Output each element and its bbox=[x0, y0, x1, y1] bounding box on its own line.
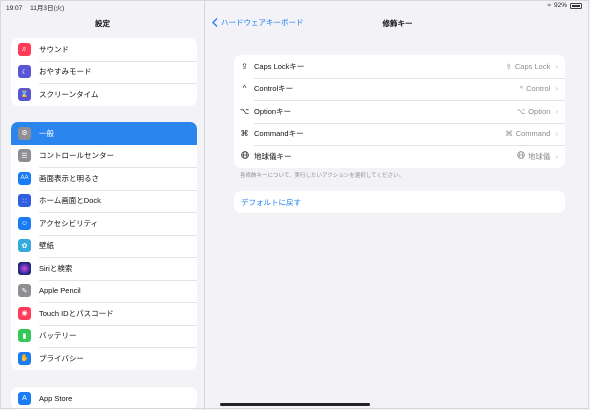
sidebar-item-do-not-disturb[interactable]: ☾ おやすみモード bbox=[11, 60, 197, 84]
sidebar-item-general[interactable]: ⚙ 一般 bbox=[11, 122, 197, 145]
modifier-value: ⌘ Command bbox=[505, 129, 551, 139]
sidebar-title: 設定 bbox=[95, 19, 110, 28]
chevron-right-icon: › bbox=[555, 61, 558, 71]
sidebar-item-battery[interactable]: ▮ バッテリー bbox=[11, 324, 197, 348]
globe-icon bbox=[517, 151, 525, 161]
moon-icon: ☾ bbox=[18, 65, 31, 79]
battery-icon: ▮ bbox=[18, 329, 31, 343]
option-icon: ⌥ bbox=[240, 106, 250, 116]
hourglass-icon: ⌛ bbox=[18, 87, 31, 101]
chevron-right-icon: › bbox=[555, 84, 558, 94]
status-time: 19:07 bbox=[6, 5, 23, 12]
sidebar-item-label: アクセシビリティ bbox=[39, 218, 99, 228]
chevron-right-icon: › bbox=[555, 151, 558, 161]
sidebar-item-label: Siriと検索 bbox=[39, 263, 73, 273]
sidebar-item-label: おやすみモード bbox=[39, 67, 92, 77]
pencil-icon: ✎ bbox=[18, 284, 31, 298]
battery-status-icon bbox=[570, 2, 582, 9]
accessibility-icon: ☺ bbox=[18, 216, 31, 230]
modifier-keys-list: ⇪ Caps Lockキー ⇪ Caps Lock › ^ Controlキー ^… bbox=[234, 55, 565, 168]
modifier-label: 地球儀キー bbox=[254, 151, 292, 161]
sidebar-item-label: コントロールセンター bbox=[39, 151, 114, 161]
home-indicator bbox=[220, 403, 370, 406]
reset-defaults-label: デフォルトに戻す bbox=[241, 198, 301, 207]
chevron-right-icon: › bbox=[555, 129, 558, 139]
sidebar-item-wallpaper[interactable]: ✿ 壁紙 bbox=[11, 234, 197, 258]
sidebar-item-label: 壁紙 bbox=[39, 241, 54, 251]
sidebar-item-label: サウンド bbox=[39, 44, 69, 54]
fingerprint-icon: ◉ bbox=[18, 306, 31, 320]
sidebar-item-accessibility[interactable]: ☺ アクセシビリティ bbox=[11, 212, 197, 235]
globe-icon bbox=[240, 151, 249, 161]
modifier-row-control[interactable]: ^ Controlキー ^ Control › bbox=[234, 77, 565, 101]
status-date: 11月3日(火) bbox=[30, 5, 65, 12]
sidebar-item-label: バッテリー bbox=[39, 331, 77, 341]
command-icon: ⌘ bbox=[505, 129, 513, 139]
sidebar-item-label: スクリーンタイム bbox=[39, 89, 99, 99]
wifi-icon: ≈ bbox=[547, 2, 551, 9]
option-icon: ⌥ bbox=[516, 106, 526, 116]
modifier-row-option[interactable]: ⌥ Optionキー ⌥ Option › bbox=[234, 100, 565, 123]
status-bar-left: 19:07 11月3日(火) bbox=[6, 2, 70, 12]
sidebar-item-home-screen-dock[interactable]: ∷ ホーム画面とDock bbox=[11, 189, 197, 213]
settings-group-1: ♬ サウンド ☾ おやすみモード ⌛ スクリーンタイム bbox=[11, 38, 197, 106]
sidebar-item-display[interactable]: AA 画面表示と明るさ bbox=[11, 167, 197, 190]
text-size-icon: AA bbox=[18, 171, 31, 185]
sidebar-item-apple-pencil[interactable]: ✎ Apple Pencil bbox=[11, 279, 197, 303]
sidebar-item-label: Touch IDとパスコード bbox=[39, 308, 114, 318]
battery-percent: 92% bbox=[553, 2, 567, 9]
grid-icon: ∷ bbox=[18, 194, 31, 208]
modifier-value: 地球儀 bbox=[517, 151, 550, 162]
capslock-icon: ⇪ bbox=[505, 61, 512, 71]
sidebar-item-touch-id[interactable]: ◉ Touch IDとパスコード bbox=[11, 302, 197, 325]
hand-icon: ✋ bbox=[18, 351, 31, 365]
speaker-icon: ♬ bbox=[18, 42, 31, 56]
settings-group-2: ⚙ 一般 ☰ コントロールセンター AA 画面表示と明るさ ∷ ホーム画面とDo… bbox=[11, 122, 197, 370]
page-title: 修飾キー bbox=[382, 19, 413, 28]
sidebar: 19:07 11月3日(火) 設定 ♬ サウンド ☾ おやすみモード ⌛ スクリ… bbox=[0, 0, 205, 410]
control-icon: ^ bbox=[519, 84, 524, 94]
capslock-icon: ⇪ bbox=[241, 61, 248, 71]
settings-group-3: A App Store bbox=[11, 387, 197, 410]
sidebar-item-screen-time[interactable]: ⌛ スクリーンタイム bbox=[11, 83, 197, 106]
chevron-right-icon: › bbox=[555, 106, 558, 116]
modifier-label: Caps Lockキー bbox=[254, 61, 305, 71]
footnote: 各修飾キーについて、実行したいアクションを選択してください。 bbox=[240, 173, 404, 179]
control-icon: ^ bbox=[242, 84, 247, 94]
sidebar-item-label: プライバシー bbox=[39, 353, 84, 363]
modifier-row-globe[interactable]: 地球儀キー 地球儀 › bbox=[234, 145, 565, 168]
sidebar-item-label: 一般 bbox=[39, 128, 54, 138]
sidebar-item-siri-search[interactable]: Siriと検索 bbox=[11, 257, 197, 280]
sidebar-item-label: Apple Pencil bbox=[39, 286, 81, 296]
reset-defaults-button[interactable]: デフォルトに戻す bbox=[234, 191, 565, 213]
sidebar-item-label: ホーム画面とDock bbox=[39, 196, 101, 206]
sidebar-item-label: 画面表示と明るさ bbox=[39, 173, 99, 183]
sidebar-item-control-center[interactable]: ☰ コントロールセンター bbox=[11, 145, 197, 168]
appstore-icon: A bbox=[18, 391, 31, 405]
gear-icon: ⚙ bbox=[18, 126, 31, 140]
modifier-row-command[interactable]: ⌘ Commandキー ⌘ Command › bbox=[234, 122, 565, 146]
sidebar-item-label: App Store bbox=[39, 393, 73, 403]
sidebar-item-app-store[interactable]: A App Store bbox=[11, 387, 197, 410]
modifier-label: Controlキー bbox=[254, 84, 294, 94]
modifier-value: ⇪ Caps Lock bbox=[505, 61, 551, 71]
modifier-label: Commandキー bbox=[254, 129, 304, 139]
modifier-row-caps-lock[interactable]: ⇪ Caps Lockキー ⇪ Caps Lock › bbox=[234, 55, 565, 78]
switches-icon: ☰ bbox=[18, 149, 31, 163]
sidebar-item-privacy[interactable]: ✋ プライバシー bbox=[11, 347, 197, 370]
status-bar-right: ≈ 92% bbox=[547, 2, 582, 9]
command-icon: ⌘ bbox=[240, 129, 249, 139]
modifier-value: ^ Control bbox=[519, 84, 551, 94]
siri-icon bbox=[18, 261, 31, 275]
modifier-label: Optionキー bbox=[254, 106, 292, 116]
sidebar-item-sound[interactable]: ♬ サウンド bbox=[11, 38, 197, 61]
flower-icon: ✿ bbox=[18, 239, 31, 253]
modifier-value: ⌥ Option bbox=[516, 106, 551, 116]
